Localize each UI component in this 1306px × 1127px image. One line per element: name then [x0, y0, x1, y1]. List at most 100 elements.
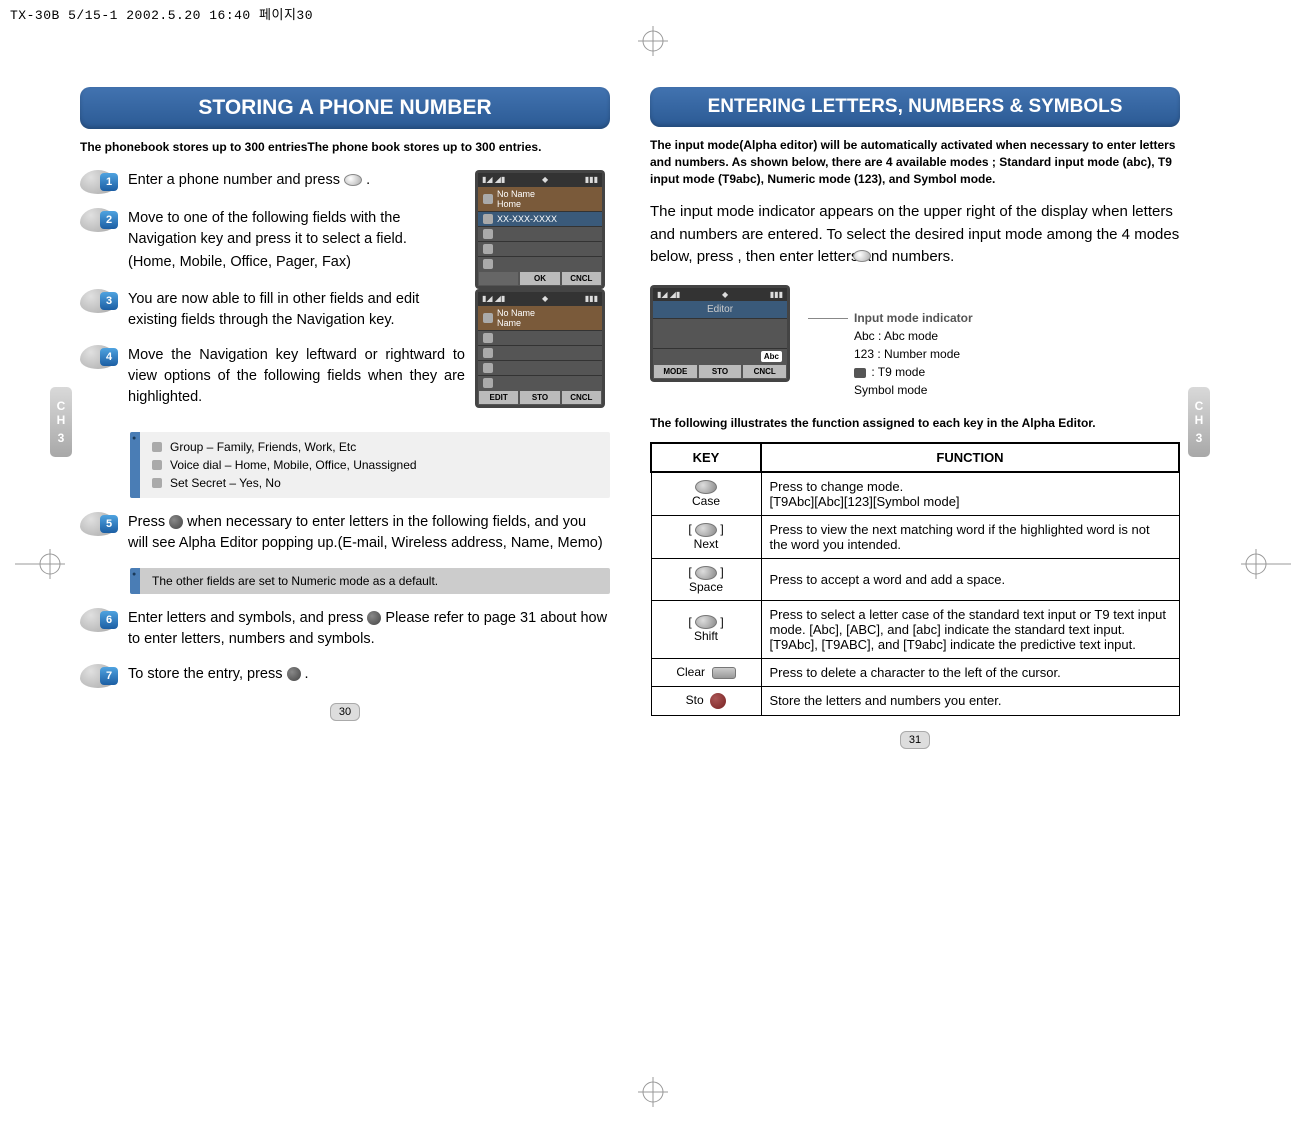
step-7-text-a: To store the entry, press [128, 666, 282, 682]
indicator-123: 123 : Number mode [808, 345, 973, 363]
step-4-text: Move the Navigation key leftward or righ… [128, 345, 465, 408]
space-key-icon [695, 566, 717, 580]
indicator-heading: Input mode indicator [854, 311, 973, 325]
key-case: Case [692, 494, 720, 508]
note-default-mode: The other fields are set to Numeric mode… [130, 568, 610, 594]
row-icon-5 [483, 348, 493, 358]
step-1-text: Enter a phone number and press [128, 172, 340, 188]
next-key-icon [695, 523, 717, 537]
crop-mark-left [15, 549, 65, 579]
abc-badge: Abc [761, 351, 782, 362]
indicator-abc: Abc : Abc mode [808, 327, 973, 345]
th-key: KEY [651, 443, 761, 472]
step-num-6: 6 [100, 611, 118, 629]
contact-icon [483, 194, 493, 204]
key-space: Space [689, 580, 723, 594]
note-text: The other fields are set to Numeric mode… [140, 568, 610, 594]
clear-key-icon [712, 667, 736, 679]
section-title-left: STORING A PHONE NUMBER [80, 87, 610, 129]
screen1-value: XX-XXX-XXXX [497, 214, 557, 224]
intro-left: The phonebook stores up to 300 entriesTh… [80, 139, 610, 156]
editor-screen: ▮◢ ◢▮◆▮▮▮ Editor Abc MODE STO CNCL [650, 285, 790, 382]
ok-button-icon [169, 515, 183, 529]
editor-title: Editor [653, 301, 787, 318]
page-number-left: 30 [80, 702, 610, 721]
page-number-right: 31 [650, 730, 1180, 749]
crop-mark-bottom [638, 1077, 668, 1107]
row-icon-3 [483, 259, 493, 269]
step-num-7: 7 [100, 667, 118, 685]
step-3-text: You are now able to fill in other fields… [128, 289, 465, 331]
step-7: 7 To store the entry, press . [80, 664, 610, 688]
softkey-cncl-3: CNCL [742, 364, 787, 379]
function-intro: The following illustrates the function a… [650, 415, 1180, 432]
func-next: Press to view the next matching word if … [761, 515, 1179, 558]
indicator-sym: Symbol mode [808, 381, 973, 399]
chapter-h: H [57, 413, 66, 427]
softkey-edit: EDIT [478, 390, 519, 405]
step-1-period: . [366, 172, 370, 188]
bullet-voice: Voice dial – Home, Mobile, Office, Unass… [170, 456, 417, 474]
nav-key-icon [344, 174, 362, 186]
step-4: 4 Move the Navigation key leftward or ri… [80, 345, 465, 408]
step-5-text-a: Press [128, 514, 165, 530]
step-2: 2 Move to one of the following fields wi… [80, 208, 465, 273]
step-5: 5 Press when necessary to enter letters … [80, 512, 610, 554]
screen1-name: No Name [497, 189, 535, 199]
crop-mark-right [1241, 549, 1291, 579]
section-title-right: ENTERING LETTERS, NUMBERS & SYMBOLS [650, 87, 1180, 127]
phone-icon [483, 214, 493, 224]
key-function-table: KEY FUNCTION Case Press to change mode. … [650, 442, 1180, 716]
phone-screen-1: ▮◢ ◢▮◆▮▮▮ No NameHome XX-XXX-XXXX OKCNCL [475, 170, 605, 289]
table-row: Case Press to change mode. [T9Abc][Abc][… [651, 472, 1179, 516]
func-sto: Store the letters and numbers you enter. [761, 686, 1179, 715]
func-case: Press to change mode. [T9Abc][Abc][123][… [761, 472, 1179, 516]
table-row: [ ]Shift Press to select a letter case o… [651, 600, 1179, 658]
shift-key-icon [695, 615, 717, 629]
func-clear: Press to delete a character to the left … [761, 658, 1179, 686]
softkey-sto: STO [698, 364, 743, 379]
intro-right: The input mode(Alpha editor) will be aut… [650, 137, 1180, 187]
step-num-2: 2 [100, 211, 118, 229]
row-icon-4 [483, 333, 493, 343]
bullet-secret: Set Secret – Yes, No [170, 474, 281, 492]
screen1-field: Home [497, 199, 535, 209]
softkey-cncl-2: CNCL [561, 390, 602, 405]
phone-screen-2: ▮◢ ◢▮◆▮▮▮ No NameName EDITSTOCNCL [475, 289, 605, 408]
key-sto: Sto [686, 693, 704, 707]
chapter-3: 3 [58, 431, 65, 445]
chapter-c: C [57, 399, 66, 413]
row-icon-1 [483, 229, 493, 239]
func-space: Press to accept a word and add a space. [761, 558, 1179, 600]
chapter-tab-right: C H 3 [1188, 387, 1210, 457]
bullet-options: Group – Family, Friends, Work, Etc Voice… [130, 432, 610, 498]
secret-icon [152, 478, 162, 488]
screen2-field: Name [497, 318, 535, 328]
page-right: C H 3 ENTERING LETTERS, NUMBERS & SYMBOL… [630, 67, 1200, 749]
table-row: Clear Press to delete a character to the… [651, 658, 1179, 686]
chapter-tab-left: C H 3 [50, 387, 72, 457]
step-num-4: 4 [100, 348, 118, 366]
table-row: [ ]Next Press to view the next matching … [651, 515, 1179, 558]
table-row: Sto Store the letters and numbers you en… [651, 686, 1179, 715]
table-row: [ ]Space Press to accept a word and add … [651, 558, 1179, 600]
step-num-3: 3 [100, 292, 118, 310]
step-1: 1 Enter a phone number and press . [80, 170, 465, 194]
step-2-sub: (Home, Mobile, Office, Pager, Fax) [128, 252, 465, 273]
ok-button-icon-3 [287, 667, 301, 681]
ok-button-icon-2 [367, 611, 381, 625]
softkey-mode: MODE [653, 364, 698, 379]
sto-key-icon [710, 693, 726, 709]
file-header: TX-30B 5/15-1 2002.5.20 16:40 페이지30 [0, 0, 1306, 27]
crop-mark-top [638, 26, 668, 56]
key-shift: Shift [694, 629, 718, 643]
t9-icon [854, 368, 866, 378]
step-7-text-b: . [305, 666, 309, 682]
key-clear: Clear [676, 665, 705, 679]
row-icon-7 [483, 378, 493, 388]
group-icon [152, 442, 162, 452]
step-3: 3 You are now able to fill in other fiel… [80, 289, 465, 331]
step-2-text: Move to one of the following fields with… [128, 210, 407, 247]
softkey-sto-2: STO [519, 390, 560, 405]
step-num-1: 1 [100, 173, 118, 191]
